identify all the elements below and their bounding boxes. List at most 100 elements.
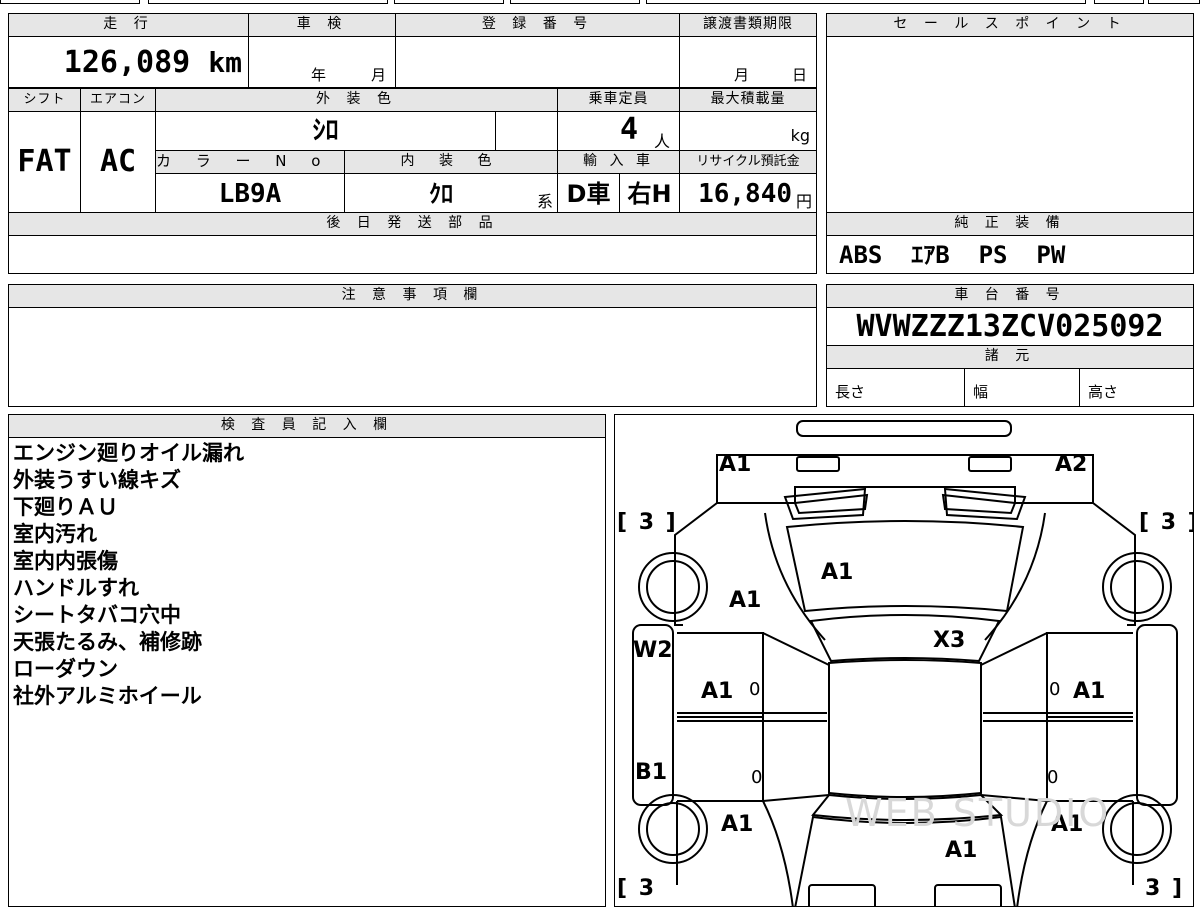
mileage-header: 走 行 [8, 13, 249, 37]
specs-width-cell: 幅 [964, 368, 1080, 407]
inspector-notes-cell: エンジン廻りオイル漏れ 外装うすい線キズ 下廻りＡＵ 室内汚れ 室内内張傷 ハン… [8, 437, 606, 907]
front-left-damage-code: A1 [719, 452, 752, 477]
import-header: 輸 入 車 [557, 150, 680, 174]
import-steering-cell: 右H [619, 173, 680, 213]
color-no-value: LB9A [218, 179, 282, 209]
roof-damage-code: X3 [933, 628, 966, 653]
notes-header: 注 意 事 項 欄 [8, 284, 817, 308]
capacity-unit: 人 [654, 132, 671, 151]
color-no-header: カ ラ ー N o . [155, 150, 345, 174]
left-front-door-damage-code: A1 [701, 679, 734, 704]
hood-damage-code: A1 [821, 560, 854, 585]
capacity-cell: 4 人 [557, 111, 680, 151]
notes-cell [8, 307, 817, 407]
import-dealer-cell: D車 [557, 173, 620, 213]
capacity-header: 乗車定員 [557, 88, 680, 112]
door-zero-mark: 0 [1049, 679, 1061, 700]
inspector-line: 外装うすい線キズ [13, 468, 181, 492]
transfer-deadline-header: 譲渡書類期限 [679, 13, 817, 37]
aircon-header: エアコン [80, 88, 156, 112]
genuine-equipment-value: ABS ｴｱB PS PW [839, 241, 1066, 269]
later-parts-cell [8, 235, 817, 274]
door-zero-mark: 0 [751, 767, 763, 788]
door-zero-mark: 0 [749, 679, 761, 700]
recycle-fee-cell: 16,840 円 [679, 173, 817, 213]
interior-color-suffix: 系 [536, 192, 553, 211]
inspection-header: 車 検 [248, 13, 396, 37]
aircon-value: AC [99, 144, 137, 179]
exterior-color-header: 外 装 色 [155, 88, 558, 112]
sales-point-cell [826, 36, 1194, 213]
capacity-value: 4 [620, 112, 639, 147]
inspection-year-label: 年 [311, 66, 327, 84]
tire-tread-top-left: [ 3 ] [617, 510, 678, 535]
inspector-line: 下廻りＡＵ [13, 495, 118, 519]
sales-point-header: セ ー ル ス ポ イ ン ト [826, 13, 1194, 37]
recycle-fee-unit: 円 [795, 192, 812, 211]
left-pillar-damage-code: W2 [633, 638, 673, 663]
inspection-cell: 年 月 [248, 36, 396, 88]
inspection-month-label: 月 [371, 66, 387, 84]
inspector-line: エンジン廻りオイル漏れ [13, 441, 244, 465]
transfer-deadline-cell: 月 日 [679, 36, 817, 88]
max-load-unit: kg [790, 126, 810, 145]
inspector-line: 室内内張傷 [13, 549, 118, 573]
later-parts-header: 後 日 発 送 部 品 [8, 212, 817, 236]
genuine-equipment-cell: ABS ｴｱB PS PW [826, 235, 1194, 274]
inspector-line: 天張たるみ、補修跡 [13, 630, 202, 654]
door-zero-mark: 0 [1047, 767, 1059, 788]
inspector-line: 社外アルミホイール [13, 684, 202, 708]
left-fender-damage-code: A1 [729, 588, 762, 613]
chassis-no-value: WVWZZZ13ZCV025092 [856, 309, 1164, 344]
specs-height-label: 高さ [1088, 383, 1119, 401]
mileage-cell: 126,089 km [8, 36, 249, 88]
trunk-damage-code: A1 [945, 838, 978, 863]
inspector-line: ローダウン [13, 657, 118, 681]
right-front-door-damage-code: A1 [1073, 679, 1106, 704]
tire-tread-bottom-left: [ 3 [617, 876, 657, 901]
specs-length-label: 長さ [835, 383, 866, 401]
inspector-line: シートタバコ穴中 [13, 603, 181, 627]
mileage-unit: km [208, 46, 242, 79]
exterior-color-cell: ｼﾛ [155, 111, 496, 151]
registration-header: 登 録 番 号 [395, 13, 680, 37]
shift-value: FAT [17, 144, 72, 179]
chassis-no-cell: WVWZZZ13ZCV025092 [826, 307, 1194, 346]
chassis-no-header: 車 台 番 号 [826, 284, 1194, 308]
specs-height-cell: 高さ [1079, 368, 1194, 407]
transfer-month-label: 月 [734, 66, 750, 84]
inspector-line: 室内汚れ [13, 522, 97, 546]
inspector-notes-list: エンジン廻りオイル漏れ 外装うすい線キズ 下廻りＡＵ 室内汚れ 室内内張傷 ハン… [13, 440, 244, 710]
max-load-header: 最大積載量 [679, 88, 817, 112]
watermark: WEB STUDIO [845, 791, 1111, 835]
import-dealer-value: D車 [566, 180, 611, 208]
mileage-value: 126,089 [63, 45, 191, 80]
interior-color-header: 内 装 色 [344, 150, 558, 174]
car-diagram: A1 A2 A1 A1 X3 W2 A1 A1 B1 A1 A1 A1 0 0 … [614, 414, 1194, 907]
top-strip [0, 0, 1200, 6]
registration-cell [395, 36, 680, 88]
exterior-color-value: ｼﾛ [312, 116, 339, 146]
interior-color-cell: ｸﾛ 系 [344, 173, 558, 213]
inspector-header: 検 査 員 記 入 欄 [8, 414, 606, 438]
specs-width-label: 幅 [973, 383, 989, 401]
transfer-day-label: 日 [792, 66, 808, 84]
recycle-fee-header: リサイクル預託金 [679, 150, 817, 174]
genuine-equipment-header: 純 正 装 備 [826, 212, 1194, 236]
inspector-line: ハンドルすれ [13, 576, 139, 600]
aircon-cell: AC [80, 111, 156, 213]
shift-cell: FAT [8, 111, 81, 213]
specs-header: 諸 元 [826, 345, 1194, 369]
recycle-fee-value: 16,840 [698, 179, 792, 209]
specs-length-cell: 長さ [826, 368, 965, 407]
max-load-cell: kg [679, 111, 817, 151]
import-steering-value: 右H [627, 180, 672, 208]
tire-tread-top-right: [ 3 ] [1139, 510, 1194, 535]
left-sill-damage-code: B1 [635, 760, 668, 785]
color-no-cell: LB9A [155, 173, 345, 213]
exterior-color-extra-cell [495, 111, 558, 151]
shift-header: シフト [8, 88, 81, 112]
left-rear-fender-damage-code: A1 [721, 812, 754, 837]
tire-tread-bottom-right: 3 ] [1145, 876, 1185, 901]
front-right-damage-code: A2 [1055, 452, 1088, 477]
